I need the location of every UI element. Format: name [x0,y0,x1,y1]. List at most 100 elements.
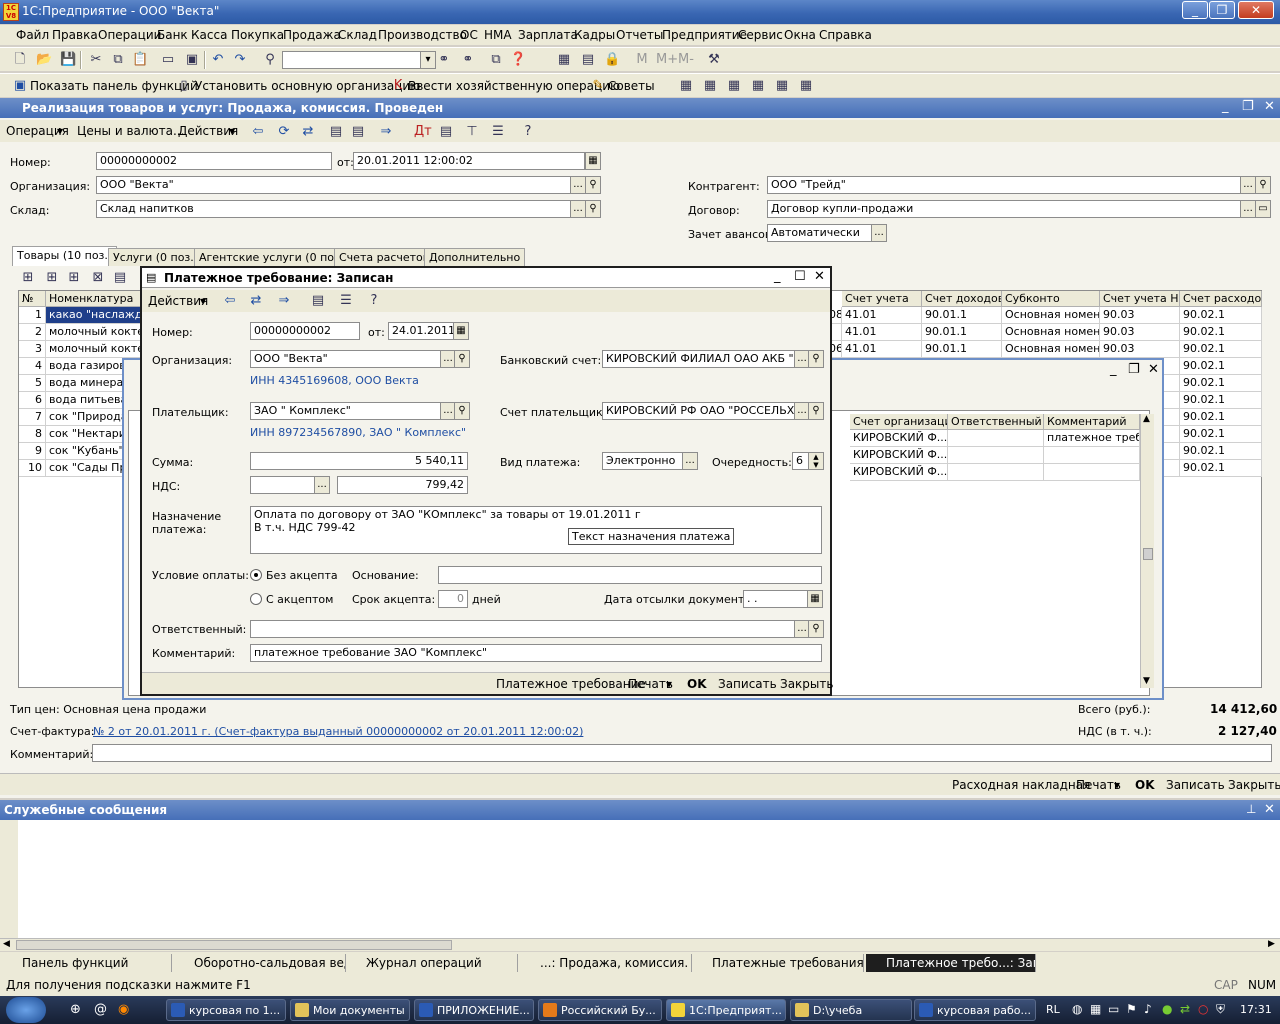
window-tab[interactable]: Журнал операций [346,954,518,972]
report-icon-3[interactable]: ▦ [726,78,742,94]
quicklaunch-firefox-icon[interactable]: ◉ [118,1002,129,1017]
menu-service[interactable]: Сервис [738,28,783,42]
payer-field[interactable]: ЗАО " Комплекс" [250,402,442,420]
redo-icon[interactable]: ↷ [232,52,248,68]
new-doc-icon[interactable]: 🗋 [12,52,28,68]
copy-row-icon[interactable]: ⊞ [44,270,60,286]
table-cell[interactable]: 90.02.1 [1180,307,1262,324]
invoice-link[interactable]: № 2 от 20.01.2011 г. (Счет-фактура выдан… [93,725,583,738]
responsible-field[interactable] [250,620,796,638]
help-icon[interactable]: ? [366,293,382,309]
column-header[interactable]: Комментарий [1044,414,1140,430]
dialog-number-field[interactable]: 00000000002 [250,322,360,340]
table-cell[interactable]: 41.01 [842,307,922,324]
dialog-ok-button[interactable]: OK [687,677,707,691]
tools-icon[interactable]: ⚒ [706,52,722,68]
list-cell[interactable]: платежное треб... [1044,430,1140,447]
table-cell[interactable]: 90.02.1 [1180,460,1262,477]
scroll-left-icon[interactable]: ◀ [3,939,10,949]
menu-purchase[interactable]: Покупка [231,28,284,42]
sum-field[interactable]: 5 540,11 [250,452,468,470]
select-button[interactable]: ... [1240,200,1256,218]
journal-icon[interactable]: ▤ [310,293,326,309]
table-cell[interactable]: 90.03 [1100,307,1180,324]
select-button[interactable]: ... [570,176,586,194]
menu-hr[interactable]: Кадры [574,28,615,42]
table-cell[interactable]: 90.02.1 [1180,426,1262,443]
list-cell[interactable]: КИРОВСКИЙ Ф... [850,430,948,447]
menu-production[interactable]: Производство [378,28,467,42]
select-icon[interactable]: ▣ [184,52,200,68]
show-panel-button[interactable]: Показать панель функций [30,79,198,93]
menu-enterprise[interactable]: Предприятие [662,28,747,42]
calendar-icon[interactable]: ▤ [580,52,596,68]
help-icon[interactable]: ? [520,124,536,140]
list-cell[interactable] [948,430,1044,447]
select-button[interactable]: ... [570,200,586,218]
accept-term-field[interactable]: 0 [438,590,468,608]
column-header[interactable]: Субконто [1002,291,1100,307]
table-cell[interactable]: 5 [19,375,46,392]
menu-windows[interactable]: Окна [784,28,816,42]
select-button[interactable]: ... [871,224,887,242]
open-search-icon[interactable]: ⚲ [585,200,601,218]
number-field[interactable]: 00000000002 [96,152,332,170]
tray-network-icon[interactable]: ▦ [1090,1002,1101,1016]
table-cell[interactable]: 90.02.1 [1180,375,1262,392]
back-icon[interactable]: ⇦ [250,124,266,140]
taskbar-item[interactable]: курсовая по 1... [166,999,286,1021]
open-icon[interactable]: 📂 [36,52,52,68]
open-search-icon[interactable]: ⚲ [1255,176,1271,194]
with-accept-radio[interactable] [250,593,262,605]
report-icon-4[interactable]: ▦ [750,78,766,94]
select-button[interactable]: ... [1240,176,1256,194]
payment-type-field[interactable]: Электронно [602,452,684,470]
open-search-icon[interactable]: ⚲ [585,176,601,194]
prices-currency-button[interactable]: Цены и валюта... [77,124,184,138]
calendar-icon[interactable]: ▦ [807,590,823,608]
window-tab[interactable]: Оборотно-сальдовая ведом... [174,954,346,972]
report-icon-1[interactable]: ▦ [678,78,694,94]
calculator-icon[interactable]: ▦ [556,52,572,68]
start-button[interactable] [6,997,46,1023]
table-cell[interactable]: 90.01.1 [922,324,1002,341]
set-org-button[interactable]: Установить основную организацию [195,79,420,93]
close-doc-button[interactable]: Закрыть [1228,778,1280,792]
undo-icon[interactable]: ↶ [210,52,226,68]
table-cell[interactable]: 10 [19,460,46,477]
taskbar-item[interactable]: ПРИЛОЖЕНИЕ... [414,999,534,1021]
open-search-icon[interactable]: ⚲ [454,350,470,368]
payer-account-field[interactable]: КИРОВСКИЙ РФ ОАО "РОССЕЛЬХС [602,402,796,420]
open-icon[interactable]: ▭ [1255,200,1271,218]
contractor-field[interactable]: ООО "Трейд" [767,176,1243,194]
minimize-button[interactable]: _ [1182,1,1208,19]
table-cell[interactable]: 90.02.1 [1180,341,1262,358]
list-icon[interactable]: ☰ [338,293,354,309]
list-cell[interactable] [948,447,1044,464]
language-indicator[interactable]: RL [1046,1003,1060,1016]
enter-operation-button[interactable]: Ввести хозяйственную операцию [408,79,620,93]
list-cell[interactable]: КИРОВСКИЙ Ф... [850,447,948,464]
table-cell[interactable]: 90.02.1 [1180,392,1262,409]
back-icon[interactable]: ⇦ [222,293,238,309]
tab-agent-services[interactable]: Агентские услуги (0 поз.) [194,248,353,266]
table-cell[interactable]: 8 [19,426,46,443]
memory-minus-icon[interactable]: M- [678,52,694,68]
report-icon-5[interactable]: ▦ [774,78,790,94]
taskbar-item[interactable]: Мои документы [290,999,410,1021]
tab-goods[interactable]: Товары (10 поз.) [12,246,118,266]
service-close-icon[interactable]: ✕ [1264,802,1275,817]
column-header[interactable]: № [19,291,46,307]
tray-volume-icon[interactable]: ♪ [1144,1002,1152,1016]
save-button[interactable]: Записать [1166,778,1225,792]
ok-button[interactable]: OK [1135,778,1155,792]
basis-field[interactable] [438,566,822,584]
tab-additional[interactable]: Дополнительно [424,248,526,266]
cut-icon[interactable]: ✂ [88,52,104,68]
open-search-icon[interactable]: ⚲ [454,402,470,420]
table-cell[interactable]: 7 [19,409,46,426]
lock-icon[interactable]: 🔒 [604,52,620,68]
list-cell[interactable] [1044,464,1140,481]
find-icon[interactable]: ⚲ [262,52,278,68]
scroll-down-icon[interactable]: ▼ [1143,676,1150,686]
